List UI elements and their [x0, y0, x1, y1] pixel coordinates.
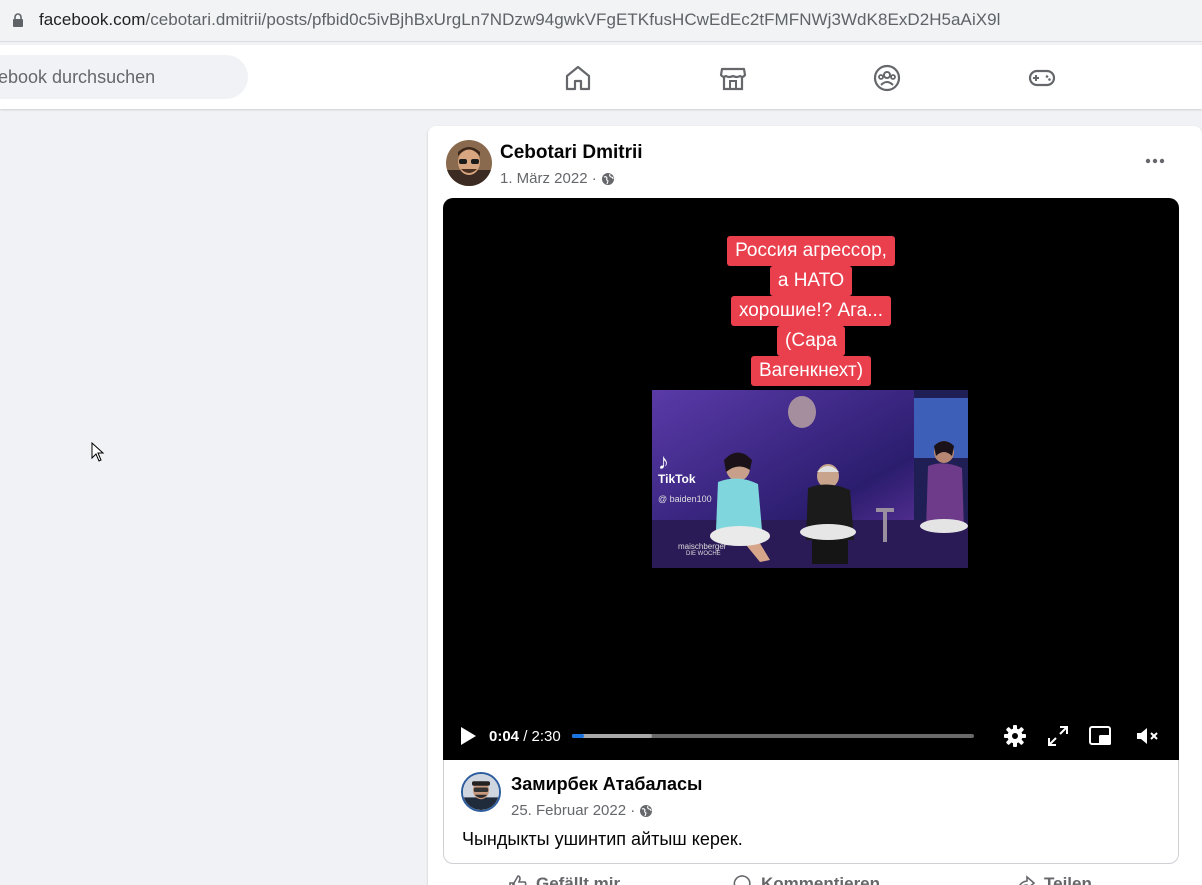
caption-line: Россия агрессор,: [727, 236, 895, 266]
caption-line: (Сара: [777, 326, 845, 356]
show-sublabel: DIE WOCHE: [686, 551, 721, 557]
caption-line: а НАТО: [769, 266, 853, 296]
caption-line: Вагенкнехт): [750, 356, 872, 386]
search-placeholder: ebook durchsuchen: [0, 67, 156, 87]
progress-bar[interactable]: [572, 734, 974, 738]
url-text[interactable]: facebook.com/cebotari.dmitrii/posts/pfbi…: [39, 10, 1001, 30]
shared-text: Чындыкты ушинтип айтыш керек.: [462, 829, 743, 849]
mouse-cursor-icon: [91, 442, 105, 462]
url-path: /cebotari.dmitrii/posts/pfbid0c5ivBjhBxU…: [145, 10, 1001, 29]
facebook-header: ebook durchsuchen: [0, 45, 1202, 109]
gaming-icon[interactable]: [1027, 63, 1057, 93]
comment-icon: [733, 875, 751, 885]
settings-gear-icon[interactable]: [1002, 723, 1028, 749]
globe-icon: [640, 804, 653, 817]
show-logo: maischberger DIE WOCHE: [678, 542, 726, 557]
share-button[interactable]: Teilen: [1016, 874, 1092, 885]
more-options-icon[interactable]: [1142, 148, 1168, 174]
fullscreen-icon[interactable]: [1045, 723, 1071, 749]
progress-buffered: [572, 734, 653, 738]
browser-url-bar[interactable]: facebook.com/cebotari.dmitrii/posts/pfbi…: [0, 0, 1202, 42]
post-meta: 1. März 2022 ·: [500, 170, 615, 187]
tiktok-watermark: ♪ TikTok: [658, 449, 696, 487]
shared-author[interactable]: Замирбек Атабаласы: [511, 774, 702, 795]
like-button[interactable]: Gefällt mir: [508, 874, 620, 885]
lock-icon: [13, 13, 23, 27]
video-frame: ♪ TikTok @ baiden100 maischberger DIE WOC…: [652, 390, 968, 568]
tiktok-label: TikTok: [658, 472, 696, 486]
time-total: / 2:30: [523, 728, 561, 745]
like-label: Gefällt mir: [536, 874, 621, 885]
share-label: Teilen: [1044, 874, 1092, 885]
comment-button[interactable]: Kommentieren: [733, 874, 880, 885]
post-author[interactable]: Cebotari Dmitrii: [500, 142, 643, 164]
globe-icon: [601, 172, 614, 185]
video-caption: Россия агрессор, а НАТО хорошие!? Ага...…: [443, 236, 1179, 386]
post-date[interactable]: 1. März 2022 ·: [500, 170, 597, 187]
like-icon: [509, 875, 527, 885]
post-actions: Gefällt mir Kommentieren Teilen: [498, 874, 1158, 885]
progress-played: [572, 734, 585, 738]
url-host: facebook.com: [39, 10, 146, 29]
picture-in-picture-icon[interactable]: [1087, 723, 1113, 749]
share-icon: [1019, 875, 1036, 885]
shared-author-avatar[interactable]: [461, 772, 501, 812]
groups-icon[interactable]: [872, 63, 902, 93]
marketplace-icon[interactable]: [718, 63, 748, 93]
comment-label: Kommentieren: [761, 874, 881, 885]
shared-meta: 25. Februar 2022 ·: [511, 802, 653, 819]
time-current: 0:04: [489, 728, 520, 745]
caption-line: хорошие!? Ага...: [730, 296, 892, 326]
author-avatar[interactable]: [446, 140, 492, 186]
play-icon[interactable]: [459, 726, 477, 746]
tiktok-handle: @ baiden100: [658, 494, 712, 504]
muted-volume-icon[interactable]: [1134, 723, 1160, 749]
search-input[interactable]: ebook durchsuchen: [0, 55, 248, 99]
video-time: 0:04 / 2:30: [489, 728, 561, 745]
shared-date[interactable]: 25. Februar 2022 ·: [511, 802, 635, 819]
show-label: maischberger: [678, 542, 727, 551]
home-icon[interactable]: [563, 63, 593, 93]
shared-post[interactable]: Замирбек Атабаласы 25. Februar 2022 · Чы…: [443, 760, 1179, 864]
video-controls: 0:04 / 2:30: [443, 718, 1179, 760]
post-card: Cebotari Dmitrii 1. März 2022 · Россия а…: [428, 126, 1202, 885]
video-player[interactable]: Россия агрессор, а НАТО хорошие!? Ага...…: [443, 198, 1179, 760]
